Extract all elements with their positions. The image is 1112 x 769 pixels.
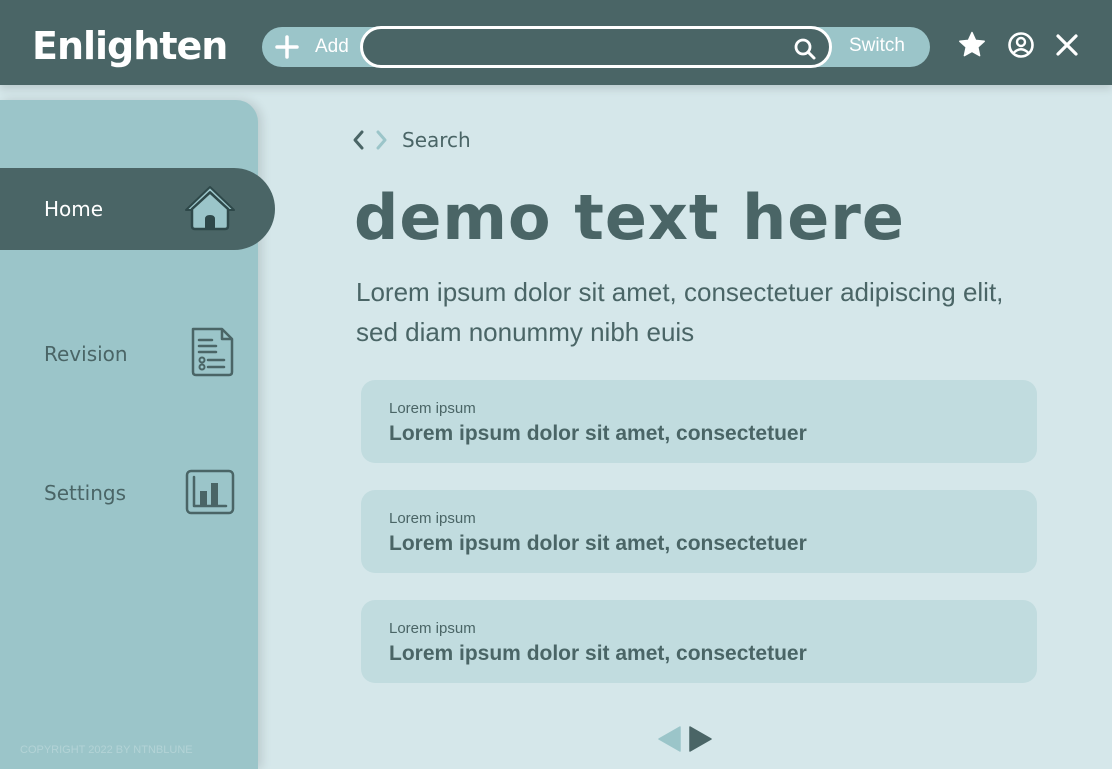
intro-text: Lorem ipsum dolor sit amet, consectetuer… (356, 277, 1004, 347)
next-page-icon[interactable] (688, 726, 712, 752)
user-icon[interactable] (1006, 30, 1036, 60)
card-text: Lorem ipsum dolor sit amet, consectetuer (389, 532, 807, 555)
sidebar-item-label: Revision (44, 342, 128, 366)
card-subtitle: Lorem ipsum (389, 620, 476, 637)
card-text: Lorem ipsum dolor sit amet, consectetuer (389, 642, 807, 665)
list-item[interactable]: Lorem ipsum Lorem ipsum dolor sit amet, … (361, 380, 1037, 463)
home-icon (185, 186, 235, 231)
document-list-icon (191, 327, 234, 377)
card-text: Lorem ipsum dolor sit amet, consectetuer (389, 422, 807, 445)
breadcrumb-label[interactable]: Search (402, 128, 471, 152)
sidebar-item-label: Settings (44, 481, 127, 505)
sidebar-item-home[interactable]: Home (0, 168, 275, 250)
sidebar-item-label: Home (44, 197, 104, 221)
search-icon[interactable] (793, 37, 817, 61)
sidebar-item-revision[interactable]: Revision (0, 313, 258, 395)
search-input[interactable] (377, 35, 777, 59)
switch-button[interactable]: Switch (849, 35, 905, 57)
copyright-text: COPYRIGHT 2022 BY NTNBLUNE (20, 744, 193, 756)
app-logo: Enlighten (32, 24, 228, 68)
search-box[interactable] (360, 26, 832, 68)
star-icon[interactable] (957, 30, 987, 60)
plus-icon (275, 35, 299, 59)
add-label: Add (315, 36, 349, 57)
sidebar: Home Revision Settings (0, 100, 275, 769)
close-icon[interactable] (1052, 30, 1082, 60)
top-bar: Enlighten Add Switch (0, 0, 1112, 85)
list-item[interactable]: Lorem ipsum Lorem ipsum dolor sit amet, … (361, 600, 1037, 683)
card-subtitle: Lorem ipsum (389, 400, 476, 417)
chevron-right-icon[interactable] (370, 126, 392, 154)
list-item[interactable]: Lorem ipsum Lorem ipsum dolor sit amet, … (361, 490, 1037, 573)
card-subtitle: Lorem ipsum (389, 510, 476, 527)
chevron-left-icon[interactable] (348, 126, 370, 154)
sidebar-item-settings[interactable]: Settings (0, 452, 258, 534)
page-title: demo text here (354, 181, 905, 254)
add-button[interactable]: Add (274, 27, 358, 67)
breadcrumb: Search (348, 126, 471, 154)
previous-page-icon[interactable] (658, 726, 682, 752)
bar-chart-icon (185, 469, 235, 515)
